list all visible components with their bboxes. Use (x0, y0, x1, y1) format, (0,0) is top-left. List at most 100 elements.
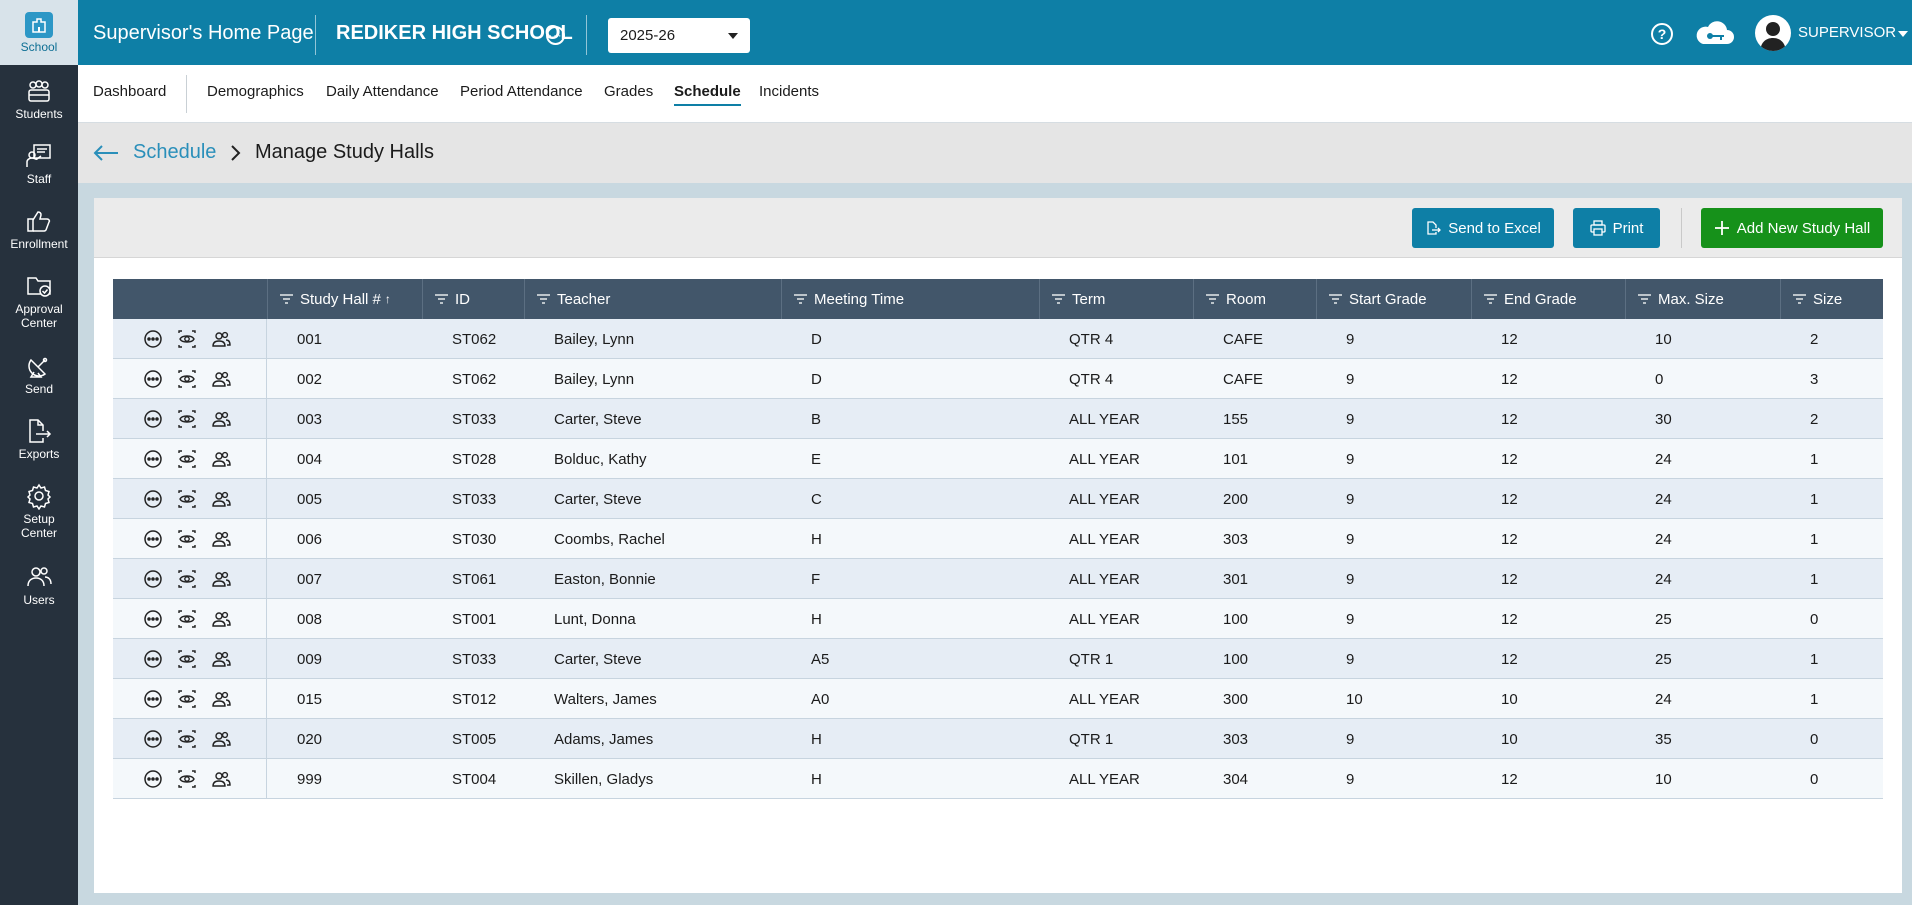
more-options-icon[interactable] (143, 729, 163, 749)
filter-icon[interactable] (1052, 294, 1065, 304)
column-header-max-size[interactable]: Max. Size (1625, 279, 1780, 319)
table-row[interactable]: 004 ST028 Bolduc, Kathy E ALL YEAR 101 9 12 24 1 (113, 439, 1883, 479)
print-button[interactable]: Print (1573, 208, 1660, 248)
filter-icon[interactable] (280, 294, 293, 304)
view-icon[interactable] (177, 449, 197, 469)
more-options-icon[interactable] (143, 569, 163, 589)
view-icon[interactable] (177, 769, 197, 789)
more-options-icon[interactable] (143, 529, 163, 549)
more-options-icon[interactable] (143, 489, 163, 509)
help-icon[interactable]: ? (1651, 23, 1673, 45)
more-options-icon[interactable] (143, 689, 163, 709)
view-icon[interactable] (177, 609, 197, 629)
send-to-excel-button[interactable]: Send to Excel (1412, 208, 1554, 248)
filter-icon[interactable] (1329, 294, 1342, 304)
students-roster-icon[interactable] (211, 569, 231, 589)
students-roster-icon[interactable] (211, 689, 231, 709)
sidebar-item-send[interactable]: Send (0, 352, 78, 396)
view-icon[interactable] (177, 409, 197, 429)
students-roster-icon[interactable] (211, 409, 231, 429)
tab-dashboard[interactable]: Dashboard (93, 83, 166, 104)
column-header-term[interactable]: Term (1039, 279, 1193, 319)
table-row[interactable]: 020 ST005 Adams, James H QTR 1 303 9 10 35 0 (113, 719, 1883, 759)
sidebar-item-exports[interactable]: Exports (0, 417, 78, 461)
cell-size: 1 (1810, 650, 1819, 668)
students-roster-icon[interactable] (211, 729, 231, 749)
user-menu[interactable]: SUPERVISOR (1798, 24, 1896, 41)
chevron-down-icon[interactable] (1898, 31, 1908, 37)
sidebar-item-staff[interactable]: Staff (0, 142, 78, 186)
view-icon[interactable] (177, 569, 197, 589)
students-roster-icon[interactable] (211, 649, 231, 669)
avatar[interactable] (1755, 15, 1791, 51)
tab-schedule[interactable]: Schedule (674, 83, 741, 106)
back-arrow-icon[interactable] (93, 143, 119, 163)
students-roster-icon[interactable] (211, 609, 231, 629)
view-icon[interactable] (177, 329, 197, 349)
more-options-icon[interactable] (143, 409, 163, 429)
filter-icon[interactable] (1206, 294, 1219, 304)
sort-ascending-icon[interactable]: ↑ (385, 292, 391, 306)
column-header-id[interactable]: ID (422, 279, 524, 319)
table-row[interactable]: 003 ST033 Carter, Steve B ALL YEAR 155 9 12 30 2 (113, 399, 1883, 439)
table-row[interactable]: 005 ST033 Carter, Steve C ALL YEAR 200 9 12 24 1 (113, 479, 1883, 519)
tab-grades[interactable]: Grades (604, 83, 653, 104)
add-new-study-hall-button[interactable]: Add New Study Hall (1701, 208, 1883, 248)
view-icon[interactable] (177, 649, 197, 669)
sidebar-item-enrollment[interactable]: Enrollment (0, 207, 78, 251)
filter-icon[interactable] (1638, 294, 1651, 304)
students-roster-icon[interactable] (211, 769, 231, 789)
column-header-teacher[interactable]: Teacher (524, 279, 781, 319)
tab-incidents[interactable]: Incidents (759, 83, 819, 104)
filter-icon[interactable] (537, 294, 550, 304)
table-row[interactable]: 001 ST062 Bailey, Lynn D QTR 4 CAFE 9 12 10 2 (113, 319, 1883, 359)
table-row[interactable]: 015 ST012 Walters, James A0 ALL YEAR 300 10 10 2… (113, 679, 1883, 719)
table-row[interactable]: 007 ST061 Easton, Bonnie F ALL YEAR 301 9 12 24 1 (113, 559, 1883, 599)
view-icon[interactable] (177, 529, 197, 549)
filter-icon[interactable] (1793, 294, 1806, 304)
tab-period-attendance[interactable]: Period Attendance (460, 83, 583, 104)
view-icon[interactable] (177, 369, 197, 389)
school-name[interactable]: REDIKER HIGH SCHOOL (336, 22, 573, 45)
sidebar-item-users[interactable]: Users (0, 563, 78, 607)
students-roster-icon[interactable] (211, 329, 231, 349)
table-row[interactable]: 999 ST004 Skillen, Gladys H ALL YEAR 304 9 12 10… (113, 759, 1883, 799)
school-year-select[interactable]: 2025-26 (608, 18, 750, 53)
more-options-icon[interactable]: ··· (546, 26, 565, 45)
column-header-label: Teacher (557, 290, 611, 308)
column-header-end-grade[interactable]: End Grade (1471, 279, 1625, 319)
sidebar-item-approval-center[interactable]: Approval Center (0, 272, 78, 330)
table-row[interactable]: 002 ST062 Bailey, Lynn D QTR 4 CAFE 9 12 0 3 (113, 359, 1883, 399)
column-header-size[interactable]: Size (1780, 279, 1883, 319)
view-icon[interactable] (177, 729, 197, 749)
sidebar-item-school[interactable]: School (0, 0, 78, 65)
more-options-icon[interactable] (143, 649, 163, 669)
column-header-start-grade[interactable]: Start Grade (1316, 279, 1471, 319)
more-options-icon[interactable] (143, 449, 163, 469)
breadcrumb-link-schedule[interactable]: Schedule (133, 141, 216, 164)
sidebar-item-students[interactable]: Students (0, 77, 78, 121)
table-row[interactable]: 009 ST033 Carter, Steve A5 QTR 1 100 9 12 25 1 (113, 639, 1883, 679)
students-roster-icon[interactable] (211, 529, 231, 549)
more-options-icon[interactable] (143, 369, 163, 389)
column-header-meeting-time[interactable]: Meeting Time (781, 279, 1039, 319)
students-roster-icon[interactable] (211, 369, 231, 389)
table-row[interactable]: 008 ST001 Lunt, Donna H ALL YEAR 100 9 12 25 0 (113, 599, 1883, 639)
view-icon[interactable] (177, 489, 197, 509)
column-header-room[interactable]: Room (1193, 279, 1316, 319)
cloud-key-icon[interactable] (1693, 18, 1735, 48)
table-row[interactable]: 006 ST030 Coombs, Rachel H ALL YEAR 303 9 12 24 1 (113, 519, 1883, 559)
more-options-icon[interactable] (143, 609, 163, 629)
column-header-study-hall-number[interactable]: Study Hall # ↑ (267, 279, 422, 319)
view-icon[interactable] (177, 689, 197, 709)
students-roster-icon[interactable] (211, 449, 231, 469)
more-options-icon[interactable] (143, 329, 163, 349)
more-options-icon[interactable] (143, 769, 163, 789)
filter-icon[interactable] (435, 294, 448, 304)
students-roster-icon[interactable] (211, 489, 231, 509)
tab-demographics[interactable]: Demographics (207, 83, 304, 104)
tab-daily-attendance[interactable]: Daily Attendance (326, 83, 439, 104)
filter-icon[interactable] (1484, 294, 1497, 304)
sidebar-item-setup-center[interactable]: Setup Center (0, 482, 78, 540)
filter-icon[interactable] (794, 294, 807, 304)
